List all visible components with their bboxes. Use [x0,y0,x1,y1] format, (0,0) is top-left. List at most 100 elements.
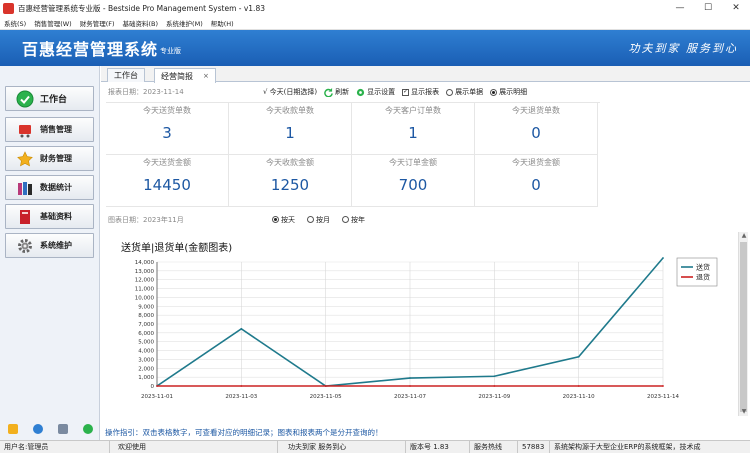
stat-value[interactable]: 1250 [229,176,351,194]
display-settings-label: 显示设置 [367,88,396,96]
by-year-radio[interactable]: 按年 [342,215,365,225]
maximize-button[interactable]: ☐ [694,0,722,16]
menu-system[interactable]: 系统(S) [0,18,30,28]
menu-basic-data[interactable]: 基础资料(B) [119,18,163,28]
stat-cell[interactable]: 今天收款单数 1 [229,103,352,155]
show-detail-radio[interactable]: 展示明细 [490,87,527,97]
stat-value[interactable]: 1 [229,124,351,142]
note-icon[interactable] [7,424,18,434]
stat-value[interactable]: 0 [475,176,597,194]
amount-chart: 送货单|退货单(金额图表) 0 1,000 2,000 3,000 4,000 5,000… [111,232,735,404]
data-point [577,355,580,358]
legend-box [676,257,718,287]
tab-close-icon[interactable]: × [203,72,209,80]
books-icon [16,179,34,197]
by-day-label: 按天 [281,215,295,224]
stat-cell[interactable]: 今天送货金额 14450 [106,155,229,207]
report-date: 报表日期：2023-11-14 [108,88,184,96]
sidebar-item-maintenance[interactable]: 系统维护 [5,233,94,258]
stat-cell[interactable]: 今天送货单数 3 [106,103,229,155]
stat-caption: 今天送货金额 [143,158,191,167]
y-tick-label: 11,000 [135,287,155,293]
gear-icon [16,237,34,255]
refresh-button[interactable]: 刷新 [324,87,349,97]
data-point [662,385,664,387]
by-day-radio[interactable]: 按天 [272,215,295,225]
add-icon[interactable] [82,424,93,434]
stat-value[interactable]: 0 [475,124,597,142]
vertical-scrollbar[interactable]: ▲ ▼ [738,232,748,416]
data-point [493,375,496,378]
stat-cell[interactable]: 今天订单金额 700 [352,155,475,207]
status-user: 用户名:管理员 [0,441,110,453]
stat-cell[interactable]: 今天客户订单数 1 [352,103,475,155]
data-point [240,327,243,330]
y-tick-label: 14,000 [135,260,155,266]
status-welcome: 欢迎使用 [110,441,278,453]
sidebar-item-basic-data[interactable]: 基础资料 [5,204,94,229]
refresh-label: 刷新 [335,88,350,96]
radio-off-icon [342,216,349,223]
scrollbar-thumb[interactable] [740,242,747,412]
sidebar-item-workbench[interactable]: 工作台 [5,86,94,111]
stat-value[interactable]: 14450 [106,176,228,194]
sidebar-item-finance[interactable]: 财务管理 [5,146,94,171]
stat-cell[interactable]: 今天退货单数 0 [475,103,598,155]
status-version: 版本号 1.83 [406,441,470,453]
stat-value[interactable]: 700 [352,176,474,194]
today-date-select[interactable]: √ 今天(日期选择) [263,87,317,97]
stat-caption: 今天收款金额 [266,158,314,167]
menu-help[interactable]: 帮助(H) [207,18,238,28]
display-settings-button[interactable]: 显示设置 [356,87,395,97]
y-tick-label: 1,000 [138,375,154,381]
stat-value[interactable]: 3 [106,124,228,142]
tab-strip: 工作台 经营简报 × [101,66,750,83]
operation-hint: 操作指引：双击表格数字，可查看对应的明细记录；图表和报表两个是分开查询的！ [105,428,383,437]
menu-sales[interactable]: 销售管理(W) [30,18,76,28]
info-icon[interactable] [32,424,43,434]
data-point [662,257,664,259]
settings-icon [357,88,365,96]
radio-on-icon [490,88,498,96]
radio-on-icon [272,216,279,223]
doc-icon[interactable] [57,424,68,434]
stat-caption: 今天送货单数 [143,106,191,115]
minimize-button[interactable]: — [666,0,694,16]
show-report-checkbox[interactable]: ✓ 显示报表 [402,87,439,97]
stat-caption: 今天退货单数 [512,106,560,115]
chart-title: 送货单|退货单(金额图表) [121,241,232,254]
data-point [156,385,158,387]
x-tick-label: 2023-11-01 [141,394,173,400]
data-point [324,385,327,387]
sidebar-item-sales[interactable]: 销售管理 [5,117,94,142]
y-tick-label: 3,000 [138,357,154,363]
tab-label: 工作台 [114,71,138,80]
by-month-radio[interactable]: 按月 [307,215,330,225]
y-tick-label: 7,000 [138,322,154,328]
book-icon [16,208,34,226]
sidebar-bottom-toolbar [0,424,100,434]
stat-cell[interactable]: 今天退货金额 0 [475,155,598,207]
chart-date: 图表日期：2023年11月 [108,215,184,224]
status-description: 系统架构源于大型企业ERP的系统框架，技术成 [554,443,701,451]
refresh-icon [324,87,333,97]
show-summary-radio[interactable]: 展示单据 [446,87,483,97]
menu-maintenance[interactable]: 系统维护(M) [162,18,207,28]
edition-label: 专业版 [160,47,182,55]
tab-business-report[interactable]: 经营简报 × [154,68,216,83]
data-point [577,385,580,387]
tab-workbench[interactable]: 工作台 [107,68,145,82]
sidebar-item-statistics[interactable]: 数据统计 [5,175,94,200]
stat-cell[interactable]: 今天收款金额 1250 [229,155,352,207]
by-month-label: 按月 [316,215,330,224]
sidebar: 工作台 销售管理 财务管理 数据统计 基础资料 系统维护 [0,66,100,440]
scroll-down-icon[interactable]: ▼ [740,408,748,416]
close-button[interactable]: ✕ [722,0,750,16]
menu-finance[interactable]: 财务管理(F) [76,18,119,28]
checkbox-checked-icon: ✓ [402,88,410,96]
scroll-up-icon[interactable]: ▲ [740,232,748,240]
stat-value[interactable]: 1 [352,124,474,142]
x-tick-label: 2023-11-05 [310,394,342,400]
check-icon [16,90,34,108]
show-detail-label: 展示明细 [499,88,528,96]
